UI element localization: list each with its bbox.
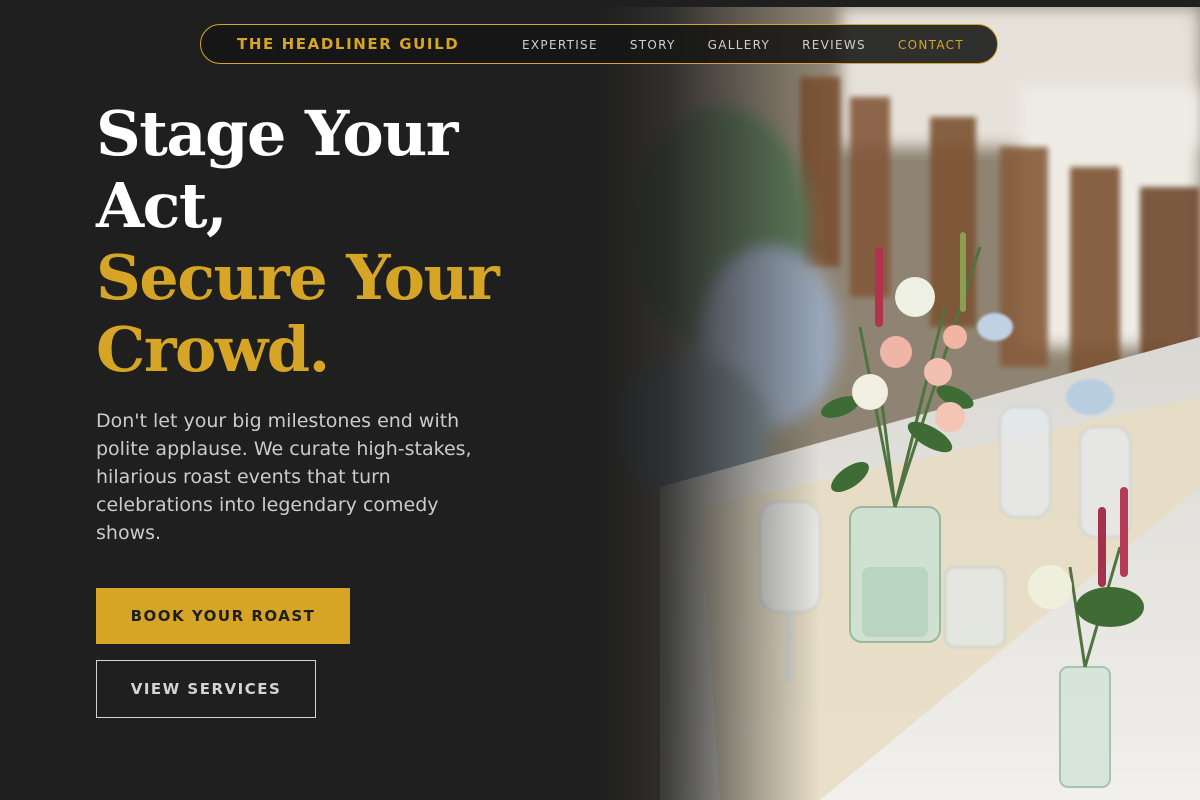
- top-strip: [600, 0, 1200, 7]
- top-nav: THE HEADLINER GUILD EXPERTISE STORY GALL…: [200, 24, 998, 64]
- nav-link-story[interactable]: STORY: [630, 38, 676, 52]
- hero-headline: Stage Your Act, Secure Your Crowd.: [96, 97, 500, 386]
- nav-link-contact[interactable]: CONTACT: [898, 38, 964, 52]
- headline-line-4: Crowd.: [96, 313, 330, 386]
- nav-links: EXPERTISE STORY GALLERY REVIEWS CONTACT: [522, 38, 964, 52]
- nav-link-gallery[interactable]: GALLERY: [708, 38, 770, 52]
- view-services-button[interactable]: VIEW SERVICES: [96, 660, 316, 718]
- brand-logo-text[interactable]: THE HEADLINER GUILD: [237, 35, 459, 53]
- hero-photo: [600, 7, 1200, 800]
- book-roast-button[interactable]: BOOK YOUR ROAST: [96, 588, 350, 644]
- landing-page: THE HEADLINER GUILD EXPERTISE STORY GALL…: [0, 0, 1200, 800]
- nav-link-reviews[interactable]: REVIEWS: [802, 38, 866, 52]
- hero-photo-fade: [600, 7, 820, 800]
- headline-line-2: Act,: [96, 169, 228, 242]
- hero-description: Don't let your big milestones end with p…: [96, 410, 472, 544]
- headline-line-3: Secure Your: [96, 241, 500, 314]
- headline-line-1: Stage Your: [96, 97, 458, 170]
- nav-link-expertise[interactable]: EXPERTISE: [522, 38, 598, 52]
